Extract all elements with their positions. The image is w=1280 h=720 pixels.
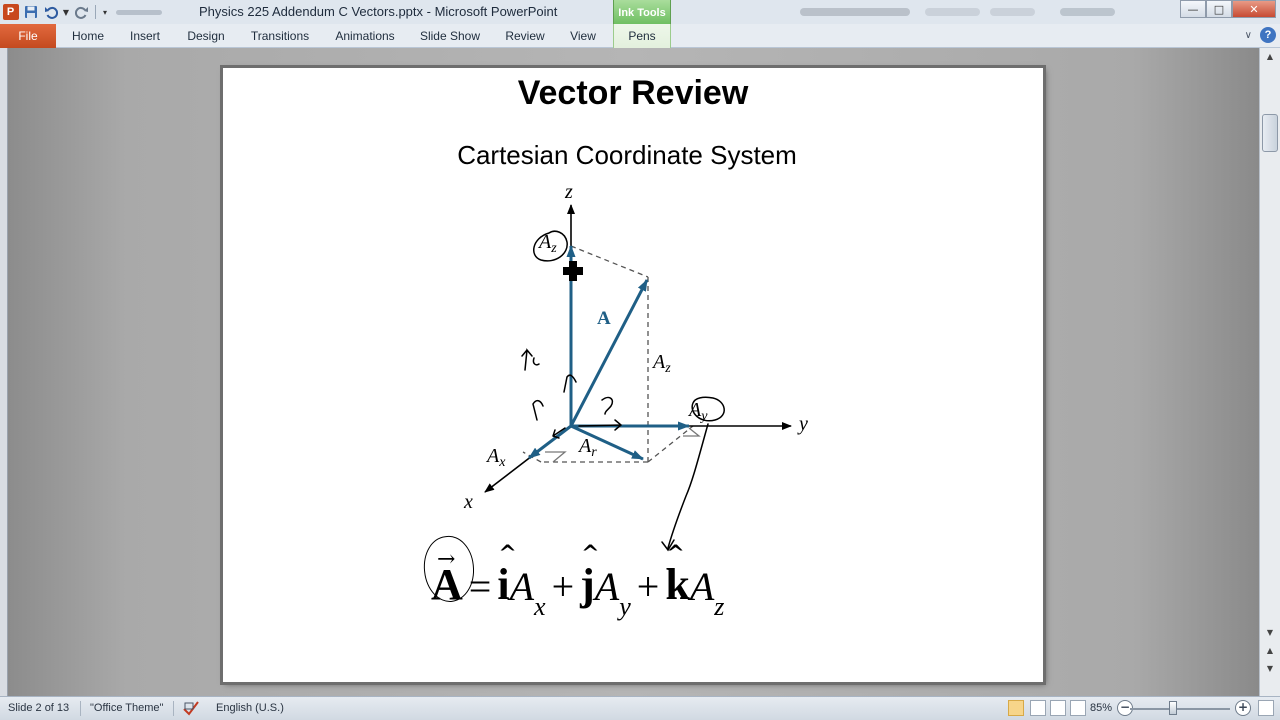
zoom-in-icon[interactable]: + xyxy=(1235,700,1251,716)
slide-show-view-icon[interactable] xyxy=(1070,700,1086,716)
zoom-slider-handle[interactable] xyxy=(1169,701,1177,715)
next-slide-icon[interactable]: ▼ xyxy=(1262,662,1278,676)
tab-review[interactable]: Review xyxy=(500,24,550,48)
maximize-button[interactable]: □ xyxy=(1206,0,1232,18)
svg-text:Ar: Ar xyxy=(577,435,597,460)
undo-icon[interactable] xyxy=(42,4,59,21)
scroll-down-icon[interactable]: ▼ xyxy=(1262,626,1278,640)
unit-vector-k: ^ k xyxy=(665,541,690,609)
subscript-y: y xyxy=(619,592,631,621)
right-angle-marks xyxy=(545,427,701,463)
previous-slide-icon[interactable]: ▲ xyxy=(1262,644,1278,658)
reading-view-icon[interactable] xyxy=(1050,700,1066,716)
slide-number-status[interactable]: Slide 2 of 13 xyxy=(8,702,69,714)
title-bar: P ▼ ▾ Physics 225 Addendum C Vectors.ppt… xyxy=(0,0,1280,24)
vector-a xyxy=(569,279,649,427)
help-icon[interactable]: ? xyxy=(1260,27,1276,43)
slides-pane-edge[interactable] xyxy=(0,48,8,696)
slide-sorter-view-icon[interactable] xyxy=(1030,700,1046,716)
svg-text:Az: Az xyxy=(651,351,671,376)
tab-insert[interactable]: Insert xyxy=(122,24,168,48)
component-ax: A xyxy=(509,564,535,609)
equation-vector-a: → A xyxy=(431,547,463,609)
blurred-region xyxy=(990,8,1035,16)
fit-slide-icon[interactable] xyxy=(1258,700,1274,716)
svg-text:Az: Az xyxy=(537,231,557,256)
slide-canvas[interactable]: Vector Review Cartesian Coordinate Syste… xyxy=(223,68,1043,682)
ribbon-tabs: File Home Insert Design Transitions Anim… xyxy=(0,24,1280,48)
blurred-region xyxy=(925,8,980,16)
redo-icon[interactable] xyxy=(73,4,90,21)
component-labels: Az Az Ay Ax Ar xyxy=(485,231,708,470)
customize-toolbar-icon[interactable]: ▾ xyxy=(101,4,109,21)
tab-transitions[interactable]: Transitions xyxy=(245,24,315,48)
tab-home[interactable]: Home xyxy=(64,24,112,48)
window-title: Physics 225 Addendum C Vectors.pptx - Mi… xyxy=(199,4,558,19)
blurred-region xyxy=(1060,8,1115,16)
scroll-up-icon[interactable]: ▲ xyxy=(1262,50,1278,64)
tab-view[interactable]: View xyxy=(563,24,603,48)
spelling-check-icon[interactable] xyxy=(182,700,200,719)
tab-design[interactable]: Design xyxy=(180,24,232,48)
status-separator xyxy=(173,701,174,716)
ink-cursor-icon xyxy=(563,261,583,281)
ribbon-right-controls: ∨ ? xyxy=(1245,27,1276,43)
unit-vector-i: ^ i xyxy=(497,541,517,609)
svg-text:Ax: Ax xyxy=(485,445,506,470)
equation-plus: + xyxy=(551,564,575,609)
tab-slide-show[interactable]: Slide Show xyxy=(415,24,485,48)
status-separator xyxy=(80,701,81,716)
theme-status[interactable]: "Office Theme" xyxy=(90,702,163,714)
component-az: A xyxy=(689,564,715,609)
tab-file[interactable]: File xyxy=(0,24,56,48)
normal-view-icon[interactable] xyxy=(1008,700,1024,716)
minimize-button[interactable]: — xyxy=(1180,0,1206,18)
subscript-z: z xyxy=(714,592,725,621)
powerpoint-logo-icon[interactable]: P xyxy=(2,4,19,21)
scroll-thumb[interactable] xyxy=(1262,114,1278,152)
quick-access-toolbar: P ▼ ▾ xyxy=(2,2,162,22)
component-ay: A xyxy=(594,564,620,609)
ribbon-collapse-icon[interactable]: ∨ xyxy=(1245,30,1252,41)
status-bar: Slide 2 of 13 "Office Theme" English (U.… xyxy=(0,696,1280,720)
window-controls: — □ ✕ xyxy=(1180,0,1276,18)
subscript-x: x xyxy=(534,592,546,621)
equation-plus: + xyxy=(636,564,660,609)
tab-pens[interactable]: Pens xyxy=(613,24,671,48)
toolbar-separator xyxy=(95,5,96,19)
y-axis-label: y xyxy=(797,413,808,435)
ink-tools-group-label: Ink Tools xyxy=(613,0,671,24)
unit-vector-j: ^ j xyxy=(580,541,600,609)
vector-a-label: A xyxy=(597,308,611,329)
zoom-slider[interactable] xyxy=(1130,708,1230,710)
tab-animations[interactable]: Animations xyxy=(329,24,401,48)
x-axis-label: x xyxy=(463,491,473,513)
ink-annotations xyxy=(521,230,725,552)
vertical-scrollbar[interactable]: ▲ ▼ ▲ ▼ xyxy=(1259,48,1280,696)
save-icon[interactable] xyxy=(22,4,39,21)
vector-equation[interactable]: → A = ^ i A x + ^ j A y + ^ k A z xyxy=(420,533,724,621)
language-status[interactable]: English (U.S.) xyxy=(216,702,284,714)
undo-dropdown-icon[interactable]: ▼ xyxy=(62,4,70,21)
blurred-toolbar-item xyxy=(116,9,162,15)
close-button[interactable]: ✕ xyxy=(1232,0,1276,18)
zoom-level[interactable]: 85% xyxy=(1090,702,1112,714)
blurred-region xyxy=(800,8,910,16)
z-axis-label: z xyxy=(564,181,573,203)
